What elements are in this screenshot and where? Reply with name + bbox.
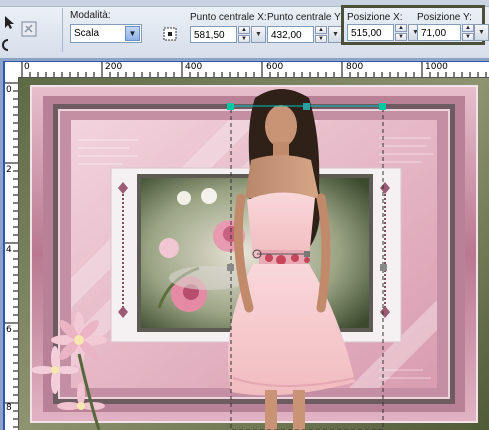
tool-options-bar: Modalità: Scala ▼ Punto centrale X: 581,… [0,0,489,59]
posizione-x-input[interactable]: 515,00 [347,24,394,41]
ruler-tick-label: 200 [105,62,123,72]
modalita-select[interactable]: Scala ▼ [70,24,142,43]
toolbar-separator [62,8,63,52]
posizione-y-label: Posizione Y: [417,12,472,23]
punto-centrale-x-label: Punto centrale X: [190,12,267,23]
ruler-corner [5,62,18,77]
ruler-tick-label: 2 [6,165,12,175]
move-center-icon[interactable] [161,25,179,43]
ruler-tick-label: 400 [185,62,203,72]
reset-icon[interactable] [20,20,38,38]
modalita-label: Modalità: [70,10,111,21]
modalita-value: Scala [74,28,100,39]
ruler-tick-label: 800 [346,62,364,72]
punto-centrale-y-label: Punto centrale Y: [267,12,343,23]
ruler-tick-label: 6 [6,325,12,335]
ruler-horizontal-ticks [21,62,487,77]
pick-tool-icon[interactable] [2,14,16,30]
punto-x-dropdown[interactable]: ▼ [251,26,266,43]
posizione-x-spinner[interactable]: ▲ ▼ [395,24,407,41]
ruler-tick-label: 8 [6,403,12,413]
ruler-tick-label: 0 [6,85,12,95]
posizione-y-dropdown[interactable]: ▼ [474,24,489,41]
punto-centrale-x-input[interactable]: 581,50 [190,26,237,43]
ruler-tick-label: 0 [24,62,30,72]
chevron-down-icon[interactable]: ▼ [125,26,140,41]
ruler-tick-label: 600 [266,62,284,72]
posizione-x-label: Posizione X: [347,12,403,23]
punto-centrale-y-input[interactable]: 432,00 [267,26,314,43]
punto-x-spinner[interactable]: ▲ ▼ [238,26,250,43]
rotate-left-icon[interactable] [0,38,10,52]
punto-y-spinner[interactable]: ▲ ▼ [315,26,327,43]
posizione-y-input[interactable]: 71,00 [417,24,461,41]
artwork-composition [19,78,489,430]
ruler-tick-label: 4 [6,245,12,255]
image-canvas[interactable] [19,78,489,430]
ruler-vertical: 0 2 4 6 8 [5,77,19,430]
posizione-y-spinner[interactable]: ▲ ▼ [462,24,474,41]
ruler-horizontal: 0 200 400 600 800 1000 [18,62,489,78]
ruler-tick-label: 1000 [425,62,448,72]
